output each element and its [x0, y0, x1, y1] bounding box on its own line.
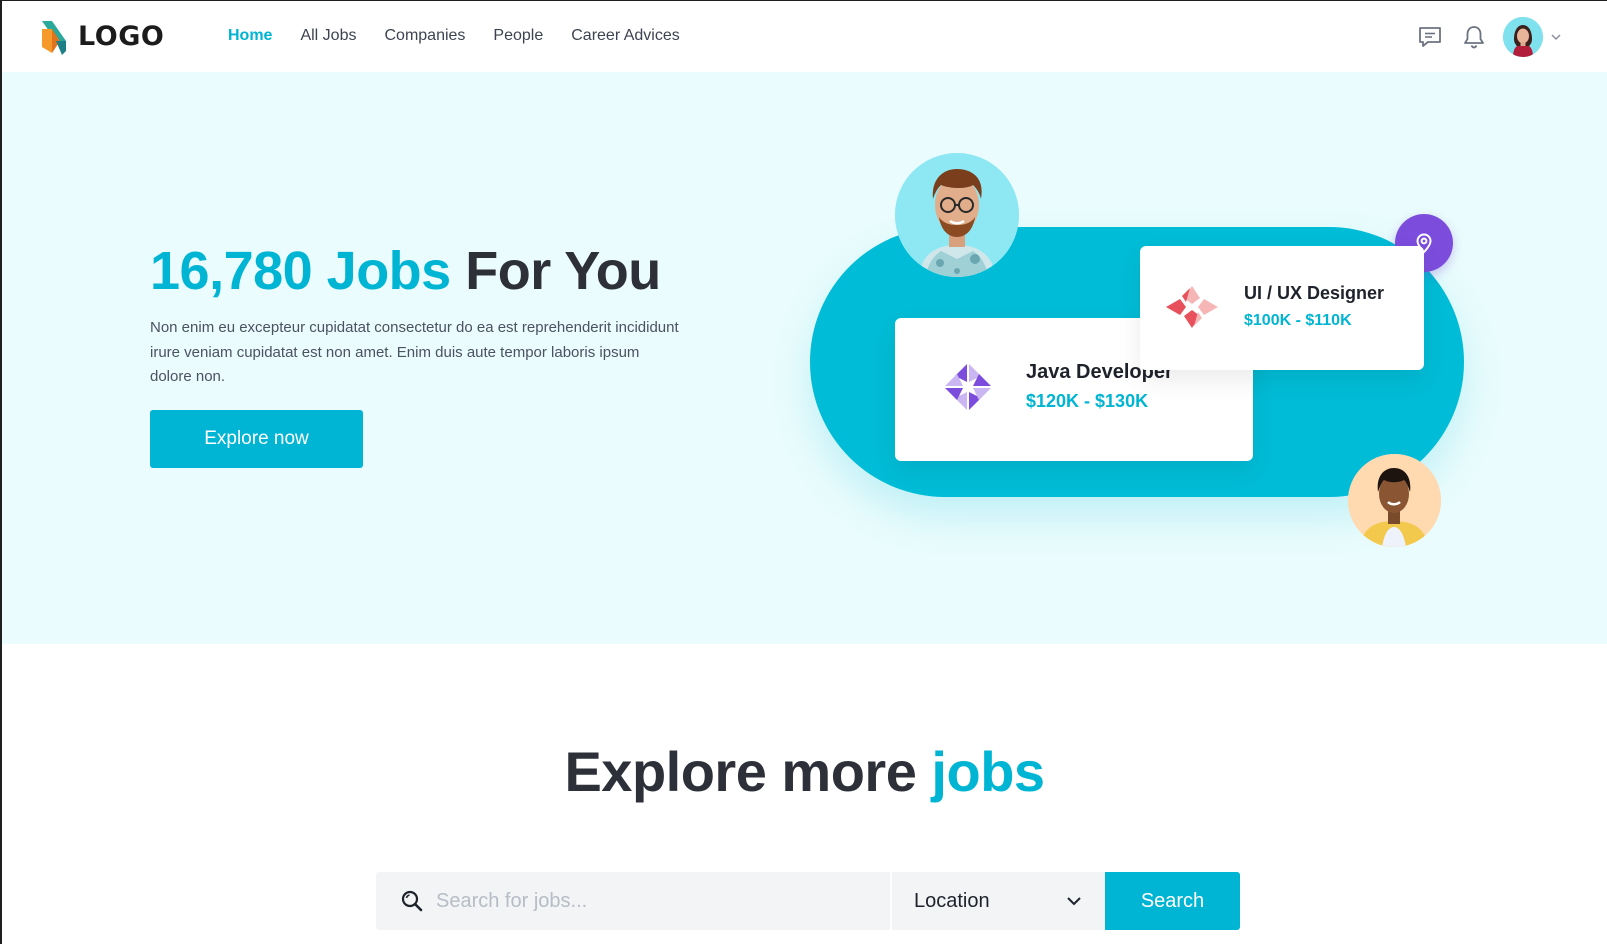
search-button[interactable]: Search: [1105, 872, 1240, 930]
search-field-container: [376, 872, 890, 930]
job-salary: $100K - $110K: [1244, 312, 1352, 329]
explore-title-accent: jobs: [931, 740, 1045, 803]
notifications-button[interactable]: [1459, 22, 1489, 52]
logo-text: LOGO: [78, 20, 165, 52]
person-photo-woman: [1348, 454, 1441, 547]
hero-title-accent: 16,780 Jobs: [150, 241, 451, 301]
top-navbar: LOGO Home All Jobs Companies People Care…: [2, 1, 1607, 72]
search-icon: [401, 890, 423, 912]
job-card-ui-ux-designer[interactable]: UI / UX Designer $100K - $110K: [1140, 246, 1424, 370]
job-title: UI / UX Designer: [1244, 283, 1385, 303]
company-logo-red-icon: [1166, 286, 1218, 328]
woman-portrait-image: [1348, 454, 1441, 547]
hero-description: Non enim eu excepteur cupidatat consecte…: [150, 319, 679, 385]
nav-career-advices[interactable]: Career Advices: [571, 27, 680, 45]
chevron-down-icon[interactable]: [1549, 30, 1563, 44]
explore-title-dark: Explore more: [564, 740, 917, 803]
location-select-label: Location: [914, 889, 990, 912]
nav-home[interactable]: Home: [228, 27, 272, 45]
header-actions: [1415, 17, 1563, 57]
message-icon: [1419, 27, 1441, 47]
user-avatar-image: [1503, 17, 1543, 57]
person-photo-man: [895, 153, 1019, 277]
hero-title: 16,780 Jobs For You: [150, 240, 661, 302]
company-logo-purple-icon: [945, 364, 991, 410]
logo[interactable]: LOGO: [38, 17, 164, 55]
job-salary: $120K - $130K: [1026, 391, 1149, 411]
nav-people[interactable]: People: [493, 27, 543, 45]
nav-all-jobs[interactable]: All Jobs: [300, 27, 356, 45]
hero-title-dark: For You: [465, 241, 661, 301]
page: LOGO Home All Jobs Companies People Care…: [0, 0, 1607, 944]
hero-section: 16,780 Jobs For You Non enim eu excepteu…: [2, 72, 1607, 644]
chevron-down-icon: [1067, 897, 1081, 906]
search-input[interactable]: [436, 889, 876, 913]
man-portrait-image: [895, 153, 1019, 277]
job-search-bar: Location Search: [376, 872, 1240, 930]
location-select[interactable]: Location: [890, 872, 1105, 930]
explore-title: Explore more jobs: [2, 739, 1607, 804]
nav-companies[interactable]: Companies: [384, 27, 465, 45]
messages-button[interactable]: [1415, 22, 1445, 52]
logo-mark-icon: [42, 21, 66, 55]
user-avatar[interactable]: [1503, 17, 1543, 57]
bell-icon: [1464, 26, 1484, 49]
main-nav: Home All Jobs Companies People Career Ad…: [228, 27, 708, 45]
explore-now-button[interactable]: Explore now: [150, 410, 363, 468]
